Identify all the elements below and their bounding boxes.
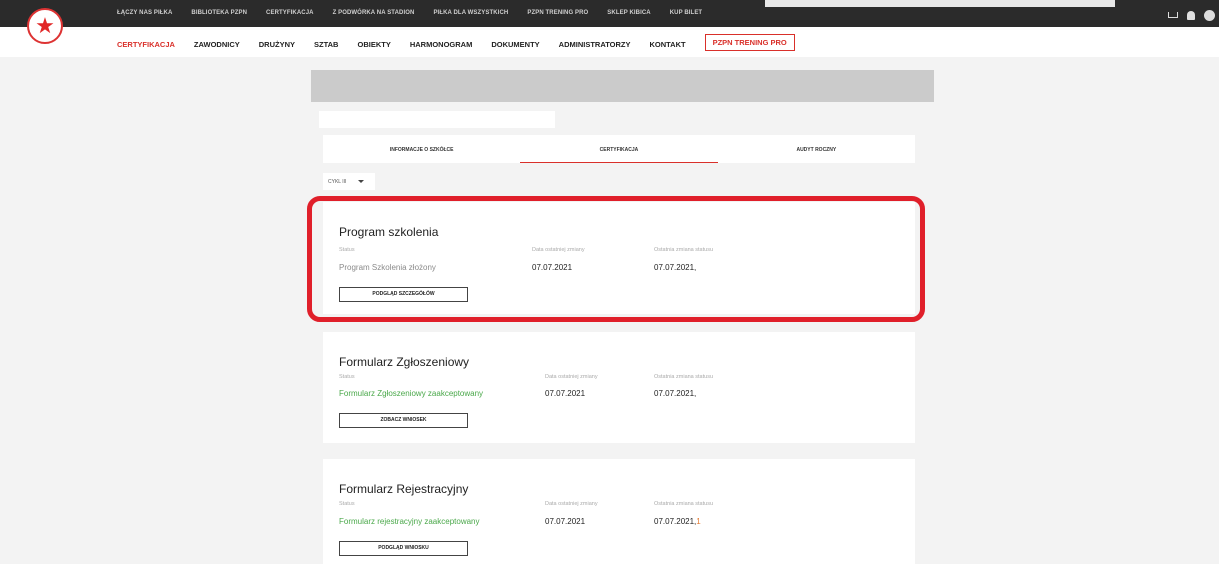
nav-item-certyfikacja[interactable]: CERTYFIKACJA [117, 40, 175, 49]
status-change-label: Ostatnia zmiana statusu [654, 374, 714, 380]
tab-certyfikacja[interactable]: CERTYFIKACJA [520, 135, 718, 163]
cycle-select-value: CYKL III [328, 179, 347, 185]
nav-item-trening-pro[interactable]: PZPN TRENING PRO [704, 34, 795, 51]
top-links: ŁĄCZY NAS PIŁKA BIBLIOTEKA PZPN CERTYFIK… [117, 10, 721, 16]
highlight-outline [307, 196, 925, 322]
status-change-value: 07.07.2021,1 [654, 517, 701, 526]
club-name-strip [319, 111, 555, 128]
tab-informacje[interactable]: INFORMACJE O SZKÓŁCE [323, 135, 520, 163]
status-value: Formularz Zgłoszeniowy zaakceptowany [339, 389, 484, 398]
nav-item-administratorzy[interactable]: ADMINISTRATORZY [559, 40, 631, 49]
top-link-kup-bilet[interactable]: KUP BILET [670, 10, 702, 16]
status-change-mark: 1 [696, 517, 701, 526]
cycle-select[interactable]: CYKL III [323, 173, 375, 190]
top-link-laczy[interactable]: ŁĄCZY NAS PIŁKA [117, 10, 172, 16]
nav-item-obiekty[interactable]: OBIEKTY [357, 40, 390, 49]
card-title: Formularz Zgłoszeniowy [339, 355, 470, 369]
nav-item-zawodnicy[interactable]: ZAWODNICY [194, 40, 240, 49]
date-label: Data ostatniej zmiany [545, 374, 598, 380]
top-bar: ŁĄCZY NAS PIŁKA BIBLIOTEKA PZPN CERTYFIK… [0, 0, 1219, 27]
tab-bar: INFORMACJE O SZKÓŁCE CERTYFIKACJA AUDYT … [323, 135, 915, 163]
view-registration-button[interactable]: PODGLĄD WNIOSKU [339, 541, 468, 556]
date-label: Data ostatniej zmiany [545, 501, 598, 507]
top-link-biblioteka[interactable]: BIBLIOTEKA PZPN [191, 10, 247, 16]
brand-wedge [0, 0, 28, 564]
nav-item-druzyny[interactable]: DRUŻYNY [259, 40, 295, 49]
status-value: Formularz rejestracyjny zaakceptowany [339, 517, 480, 526]
user-icon[interactable] [1204, 10, 1215, 21]
nav-item-kontakt[interactable]: KONTAKT [649, 40, 685, 49]
card-formularz-rejestracyjny: Formularz Rejestracyjny Status Formularz… [323, 459, 915, 564]
top-link-certyfikacja[interactable]: CERTYFIKACJA [266, 10, 314, 16]
nav-item-sztab[interactable]: SZTAB [314, 40, 338, 49]
card-formularz-zgloszeniowy: Formularz Zgłoszeniowy Status Formularz … [323, 332, 915, 443]
date-value: 07.07.2021 [545, 389, 586, 398]
main-nav: CERTYFIKACJA ZAWODNICY DRUŻYNY SZTAB OBI… [0, 27, 1219, 57]
status-change-value: 07.07.2021, [654, 389, 697, 398]
status-label: Status [339, 501, 355, 507]
bell-icon[interactable] [1187, 11, 1195, 20]
top-link-sklep-kibica[interactable]: SKLEP KIBICA [607, 10, 650, 16]
nav-item-dokumenty[interactable]: DOKUMENTY [491, 40, 539, 49]
cart-icon[interactable] [1168, 11, 1178, 20]
top-link-pilka-dla-wszystkich[interactable]: PIŁKA DLA WSZYSTKICH [433, 10, 508, 16]
chevron-down-icon [358, 180, 364, 183]
top-icons [1168, 10, 1215, 21]
top-link-trening-pro[interactable]: PZPN TRENING PRO [527, 10, 588, 16]
status-change-label: Ostatnia zmiana statusu [654, 501, 714, 507]
nav-item-harmonogram[interactable]: HARMONOGRAM [410, 40, 473, 49]
top-link-z-podworka[interactable]: Z PODWÓRKA NA STADION [333, 10, 415, 16]
date-value: 07.07.2021 [545, 517, 586, 526]
tab-audyt[interactable]: AUDYT ROCZNY [718, 135, 915, 163]
star-icon: ★ [35, 13, 55, 38]
logo[interactable]: ★ [27, 8, 63, 44]
card-title: Formularz Rejestracyjny [339, 482, 469, 496]
header-banner [311, 70, 934, 102]
status-label: Status [339, 374, 355, 380]
view-application-button[interactable]: ZOBACZ WNIOSEK [339, 413, 468, 428]
